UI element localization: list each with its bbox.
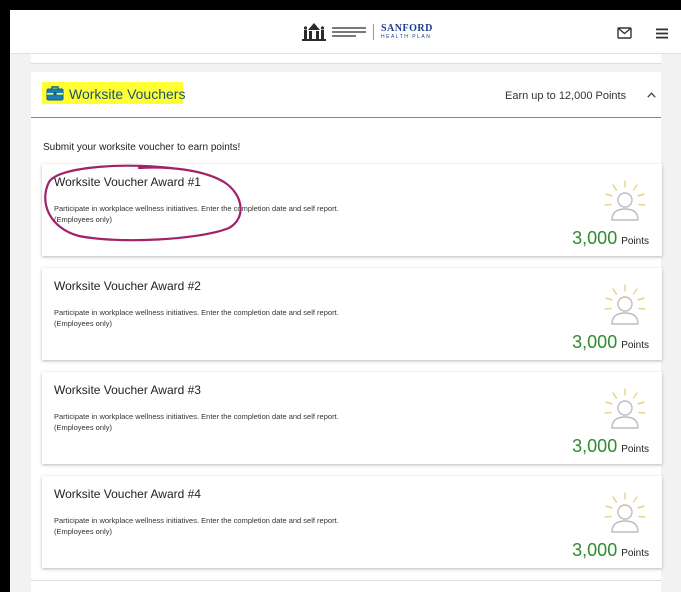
briefcase-icon bbox=[46, 86, 64, 101]
menu-icon[interactable] bbox=[656, 28, 668, 39]
person-sun-icon bbox=[604, 492, 646, 533]
person-sun-icon bbox=[604, 180, 646, 221]
voucher-card-1[interactable]: Worksite Voucher Award #1 Participate in… bbox=[42, 164, 662, 256]
card-title: Worksite Voucher Award #1 bbox=[54, 175, 201, 189]
card-title: Worksite Voucher Award #3 bbox=[54, 383, 201, 397]
points-unit: Points bbox=[621, 340, 649, 351]
top-bar: SANFORD HEALTH PLAN bbox=[10, 10, 681, 54]
card-description-line: Participate in workplace wellness initia… bbox=[54, 516, 339, 525]
card-description: Participate in workplace wellness initia… bbox=[54, 203, 474, 225]
voucher-card-2[interactable]: Worksite Voucher Award #2 Participate in… bbox=[42, 268, 662, 360]
logo-mark-icon bbox=[302, 23, 326, 41]
worksite-vouchers-section: Worksite Vouchers Earn up to 12,000 Poin… bbox=[31, 72, 662, 592]
person-sun-icon bbox=[604, 388, 646, 429]
section-intro: Submit your worksite voucher to earn poi… bbox=[43, 142, 241, 153]
points-unit: Points bbox=[621, 236, 649, 247]
voucher-card-3[interactable]: Worksite Voucher Award #3 Participate in… bbox=[42, 372, 662, 464]
card-description: Participate in workplace wellness initia… bbox=[54, 515, 474, 537]
points-unit: Points bbox=[621, 548, 649, 559]
points-value: 3,000 bbox=[572, 436, 618, 456]
section-header[interactable]: Worksite Vouchers Earn up to 12,000 Poin… bbox=[31, 72, 661, 118]
voucher-card-4[interactable]: Worksite Voucher Award #4 Participate in… bbox=[42, 476, 662, 568]
points-value: 3,000 bbox=[572, 228, 618, 248]
points-value: 3,000 bbox=[572, 332, 618, 352]
logo-sub-text: HEALTH PLAN bbox=[381, 34, 432, 40]
app-frame: SANFORD HEALTH PLAN Worksite Vouchers Ea… bbox=[10, 10, 681, 592]
logo-wordmark bbox=[332, 25, 366, 39]
points-unit: Points bbox=[621, 444, 649, 455]
card-eligibility-line: (Employees only) bbox=[54, 319, 112, 328]
card-description-line: Participate in workplace wellness initia… bbox=[54, 204, 339, 213]
card-eligibility-line: (Employees only) bbox=[54, 527, 112, 536]
card-description: Participate in workplace wellness initia… bbox=[54, 411, 474, 433]
section-title: Worksite Vouchers bbox=[69, 86, 186, 102]
card-description: Participate in workplace wellness initia… bbox=[54, 307, 474, 329]
card-title: Worksite Voucher Award #2 bbox=[54, 279, 201, 293]
sanford-logo[interactable]: SANFORD HEALTH PLAN bbox=[299, 22, 433, 42]
person-sun-icon bbox=[604, 284, 646, 325]
next-section-edge bbox=[31, 580, 661, 592]
card-description-line: Participate in workplace wellness initia… bbox=[54, 412, 339, 421]
card-description-line: Participate in workplace wellness initia… bbox=[54, 308, 339, 317]
points-value: 3,000 bbox=[572, 540, 618, 560]
logo-divider bbox=[373, 24, 374, 40]
card-eligibility-line: (Employees only) bbox=[54, 215, 112, 224]
card-eligibility-line: (Employees only) bbox=[54, 423, 112, 432]
mail-icon[interactable] bbox=[617, 27, 632, 39]
chevron-up-icon[interactable] bbox=[647, 92, 656, 98]
previous-section-edge bbox=[31, 54, 661, 64]
card-title: Worksite Voucher Award #4 bbox=[54, 487, 201, 501]
logo-brand-text: SANFORD bbox=[381, 23, 433, 34]
earn-points-text: Earn up to 12,000 Points bbox=[505, 90, 627, 102]
